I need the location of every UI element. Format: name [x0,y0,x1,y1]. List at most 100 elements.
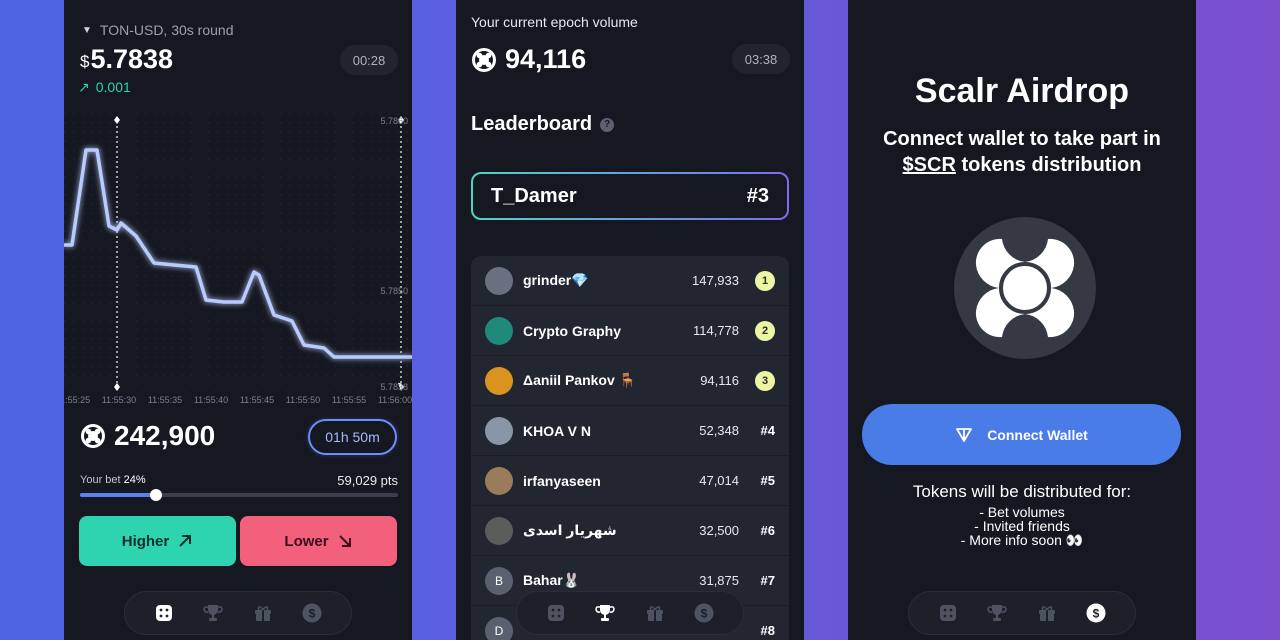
player-score: 114,778 [692,323,739,338]
price-delta-value: 0.001 [95,79,131,95]
medal-badge: 2 [755,320,775,341]
nav-gift-icon[interactable] [251,601,275,625]
player-name: Crypto Graphy [523,322,622,339]
arrow-up-right-icon: ↗ [78,79,90,95]
gift-icon [646,606,663,621]
lower-label: Lower [284,532,329,550]
chart-grid [64,113,412,388]
leaderboard-list[interactable]: grinder💎 147,933 1 Crypto Graphy 114,778 2 Δan… [471,256,789,640]
epoch-volume-value: 94,116 [505,44,587,74]
ton-icon [956,427,973,442]
dice-icon [939,605,956,621]
nav-gift-icon[interactable] [643,601,667,625]
nav-trophy-icon[interactable] [593,601,617,625]
bet-points: 59,029 pts [337,473,398,488]
balance-value: 242,900 [114,420,216,451]
my-name: T_Damer [491,184,577,207]
leaderboard-title-text: Leaderboard [471,113,593,135]
epoch-timer: 03:38 [732,44,790,74]
medal-badge: 3 [755,370,775,391]
player-rank: #4 [760,423,775,438]
y-tick-label: 5.7850 [380,286,408,296]
nav-gift-icon[interactable] [1035,601,1059,625]
token-link[interactable]: $SCR [903,154,956,176]
player-name: Bahar🐰 [523,572,581,588]
dice-icon [155,605,172,621]
x-tick-label: 11:55:55 [332,395,366,405]
nav-trophy-icon[interactable] [201,601,225,625]
help-icon[interactable]: ? [600,117,615,132]
airdrop-screen: Scalr Airdrop Connect wallet to take par… [848,0,1196,640]
player-rank: #6 [760,523,775,538]
higher-label: Higher [121,532,170,550]
dollar-icon: $ [1086,603,1106,623]
nav-dollar-icon[interactable]: $ [1084,601,1108,625]
my-rank: #3 [746,184,769,207]
player-score: 47,014 [699,473,739,488]
my-rank-card: T_Damer #3 [471,172,789,220]
x-axis-ticks: 11:55:25 11:55:30 11:55:35 11:55:40 11:55:45… [64,395,412,405]
nav-trophy-icon[interactable] [985,601,1009,625]
scalr-logo [954,217,1096,359]
dollar-icon: $ [302,603,322,623]
scalr-logo-icon [975,238,1075,338]
avatar [485,516,513,545]
trophy-icon [595,605,615,621]
ton-icon: ▼ [82,24,92,36]
leaderboard-row[interactable]: Δaniil Pankov 🪑 94,116 3 [471,356,789,406]
avatar [485,466,513,495]
airdrop-subtitle: Connect wallet to take part in $SCR toke… [848,126,1196,178]
airdrop-title: Scalr Airdrop [914,72,1130,110]
leaderboard-row[interactable]: Crypto Graphy 114,778 2 [471,306,789,356]
x-tick-label: 11:55:35 [148,395,182,405]
higher-button[interactable]: Higher [79,516,236,566]
y-tick-label: 5.7860 [380,116,408,126]
svg-text:$: $ [701,607,708,621]
gift-icon [1038,606,1055,621]
bottom-nav: $ [516,591,744,635]
leaderboard-row[interactable]: KHOA V N 52,348 #4 [471,406,789,456]
dollar-icon: $ [694,603,714,623]
leaderboard-row[interactable]: irfanyaseen 47,014 #5 [471,456,789,506]
nav-dice-icon[interactable] [152,601,176,625]
distribution-title: Tokens will be distributed for: [912,482,1132,501]
price-value: 5.7838 [90,44,174,74]
bet-slider-handle[interactable] [150,489,163,501]
x-tick-label: 11:55:25 [64,395,90,405]
svg-text:$: $ [309,607,316,621]
leaderboard-screen: Your current epoch volume 94,116 03:38 L… [456,0,804,640]
trophy-icon [203,605,223,621]
avatar [485,416,513,445]
leaderboard-row[interactable]: grinder💎 147,933 1 [471,256,789,306]
nav-dollar-icon[interactable]: $ [300,601,324,625]
arrow-up-right-icon [179,535,192,547]
scalr-coin-icon [472,47,496,72]
arrow-down-right-icon [338,535,351,547]
balance: 242,900 [80,420,215,452]
lower-button[interactable]: Lower [240,516,397,566]
player-score: 32,500 [699,523,739,538]
nav-dice-icon[interactable] [544,601,568,625]
bottom-nav: $ [124,591,352,635]
leaderboard-row[interactable]: شهريار اسدى 32,500 #6 [471,506,789,556]
leaderboard-title: Leaderboard ? [471,113,615,136]
player-score: 94,116 [700,373,739,388]
connect-wallet-button[interactable]: Connect Wallet [862,404,1181,465]
bet-slider[interactable] [80,489,398,501]
player-name: KHOA V N [523,422,591,439]
y-tick-label: 5.7838 [380,382,408,392]
epoch-volume-label: Your current epoch volume [471,14,638,30]
trophy-icon [987,605,1007,621]
player-score: 52,348 [699,423,739,438]
avatar: B [485,566,513,595]
market-pair-label: TON-USD, 30s round [99,22,234,38]
avatar [485,266,513,295]
price-chart: 5.78605.78505.7838 11:55:2511:55:3011:55… [64,113,412,405]
nav-dice-icon[interactable] [936,601,960,625]
nav-dollar-icon[interactable]: $ [692,601,716,625]
gift-icon [254,606,271,621]
bet-percent: 24% [123,474,146,486]
time-left-pill: 01h 50m [308,419,397,455]
market-pair: ▼ TON-USD, 30s round [82,22,233,38]
x-tick-label: 11:55:40 [194,395,228,405]
